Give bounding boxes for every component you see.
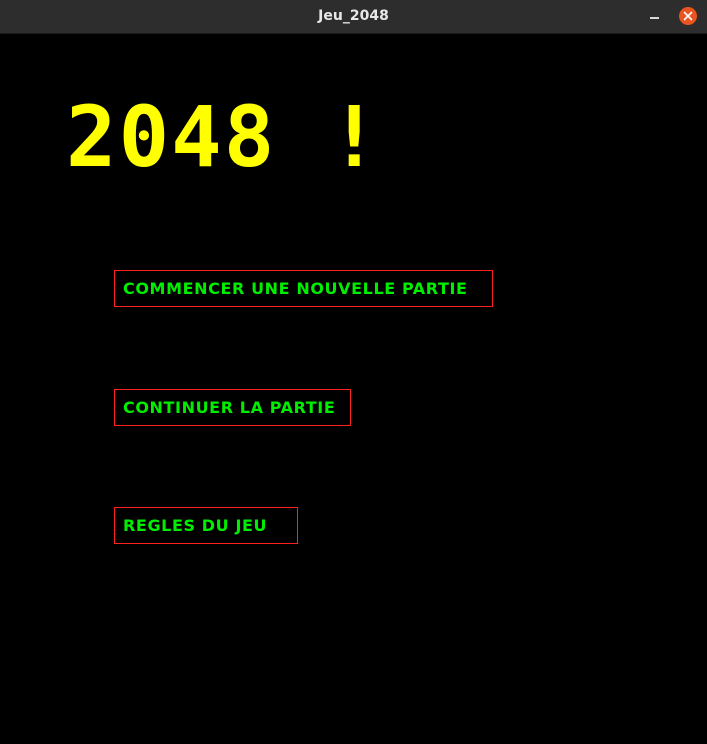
new-game-button[interactable]: Commencer une nouvelle partie: [114, 270, 493, 307]
rules-button[interactable]: Regles du jeu: [114, 507, 298, 544]
minimize-icon: [649, 17, 659, 19]
window-title: Jeu_2048: [318, 8, 389, 24]
main-menu: 2048 ! Commencer une nouvelle partie Con…: [0, 34, 707, 744]
close-icon: [683, 11, 693, 21]
game-title: 2048 !: [66, 88, 382, 186]
close-button[interactable]: [679, 7, 697, 25]
continue-game-button[interactable]: Continuer la partie: [114, 389, 351, 426]
title-bar[interactable]: Jeu_2048: [0, 0, 707, 34]
app-window: Jeu_2048 2048 ! Commencer une nouvelle p…: [0, 0, 707, 744]
minimize-button[interactable]: [645, 7, 663, 25]
